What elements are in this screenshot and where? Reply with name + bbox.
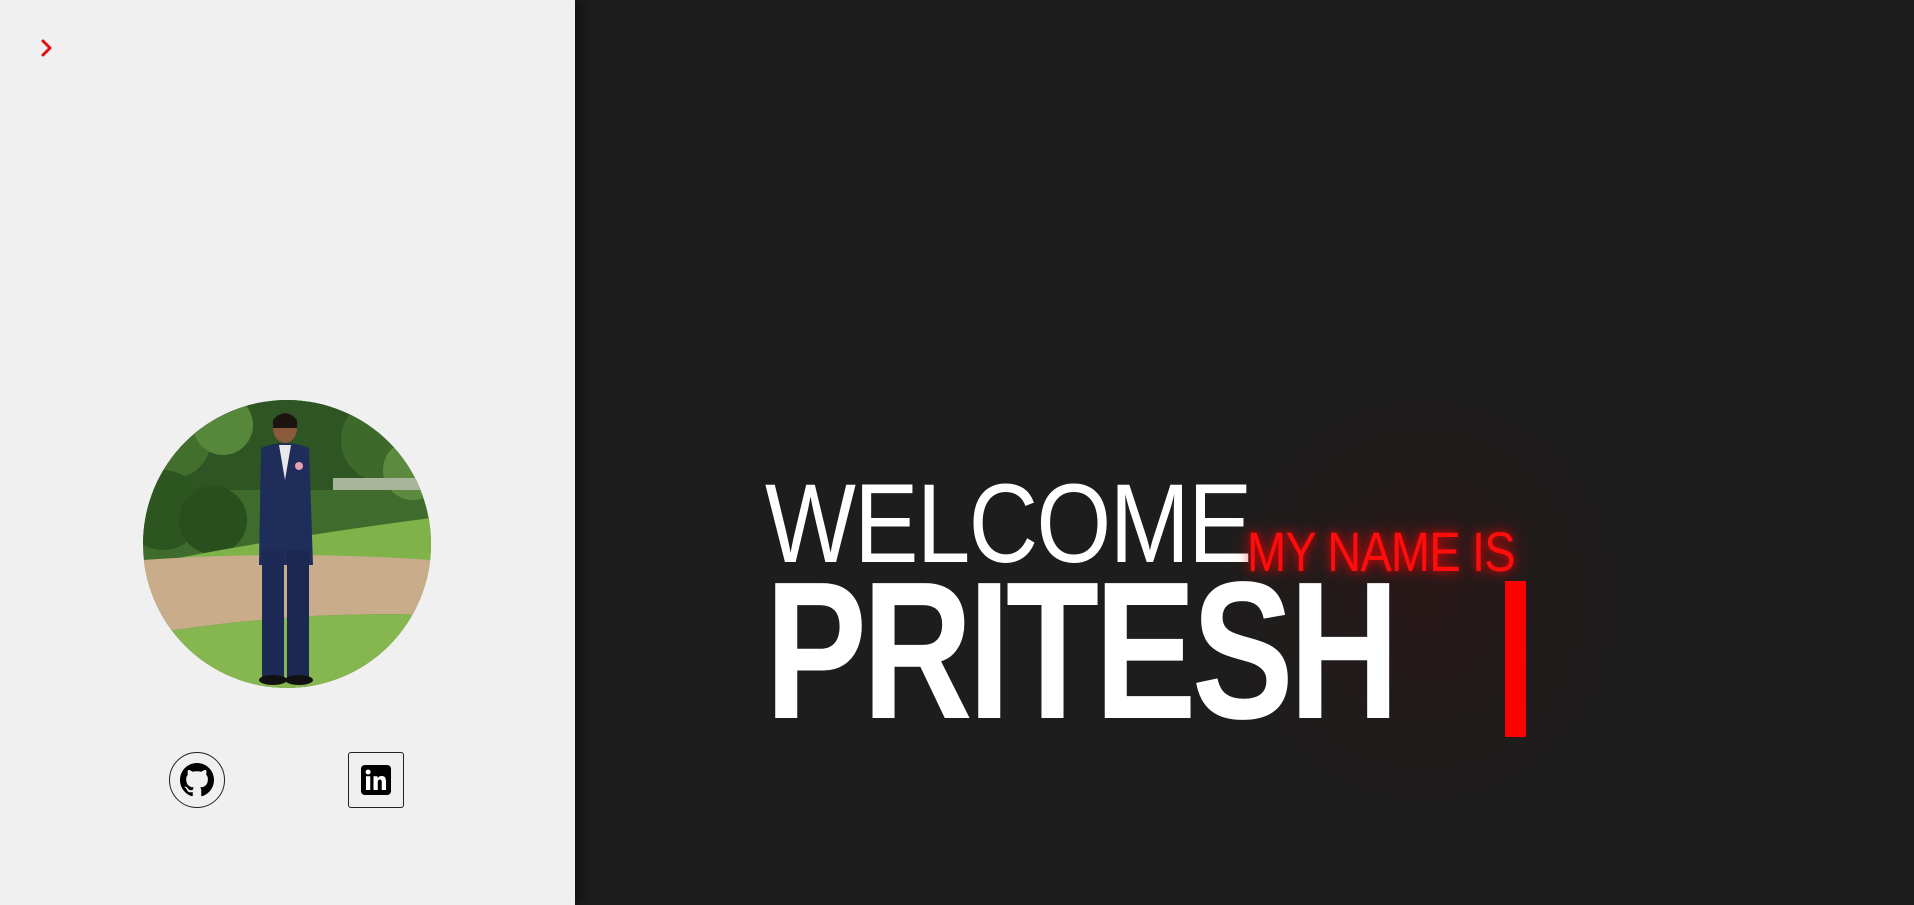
page: WELCOME MY NAME IS PRITESH [0, 0, 1914, 905]
linkedin-icon [361, 765, 391, 795]
github-link[interactable] [169, 752, 225, 808]
sidebar-toggle-button[interactable] [36, 36, 58, 60]
hero-section: WELCOME MY NAME IS PRITESH [575, 0, 1914, 905]
github-icon [180, 763, 214, 797]
linkedin-link[interactable] [348, 752, 404, 808]
avatar [143, 400, 431, 688]
typing-cursor [1505, 581, 1526, 737]
chevron-right-icon [41, 39, 52, 57]
name-heading: PRITESH [765, 541, 1400, 760]
sidebar [0, 0, 575, 905]
